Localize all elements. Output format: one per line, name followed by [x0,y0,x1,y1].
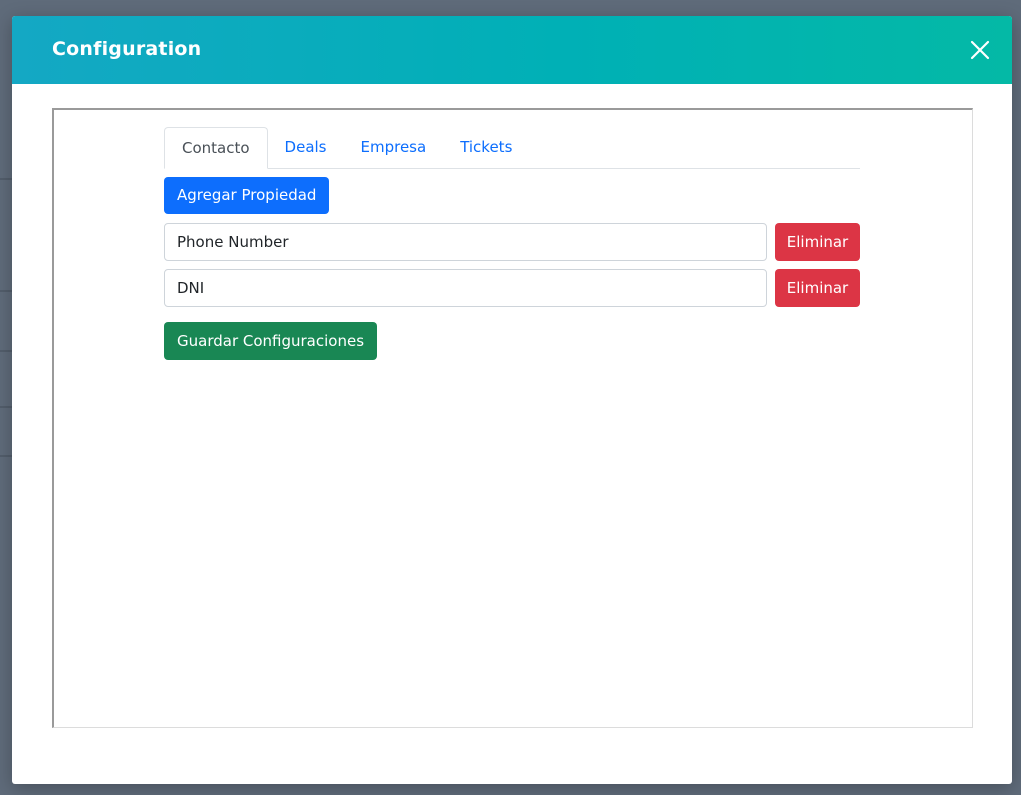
add-property-button[interactable]: Agregar Propiedad [164,177,330,214]
backdrop-line [0,455,12,457]
property-row: Eliminar [164,223,860,261]
tab-contacto[interactable]: Contacto [164,127,268,169]
delete-property-button[interactable]: Eliminar [775,269,860,307]
property-input[interactable] [164,269,767,307]
tab-deals[interactable]: Deals [268,127,344,168]
tab-empresa[interactable]: Empresa [344,127,444,168]
property-row: Eliminar [164,269,860,307]
backdrop-line [0,178,12,180]
backdrop-line [0,350,12,352]
tab-tickets[interactable]: Tickets [443,127,529,168]
configuration-modal: Configuration Contacto Deals Empresa Tic… [12,16,1012,784]
close-icon [970,40,990,60]
tab-bar: Contacto Deals Empresa Tickets [164,126,860,169]
modal-title: Configuration [52,38,202,60]
properties-panel: Contacto Deals Empresa Tickets Agregar P… [164,126,860,360]
backdrop-line [0,290,12,292]
close-button[interactable] [968,38,992,62]
modal-header: Configuration [12,16,1012,84]
save-configuration-button[interactable]: Guardar Configuraciones [164,322,378,360]
modal-body: Contacto Deals Empresa Tickets Agregar P… [52,108,973,728]
backdrop-line [0,406,12,408]
delete-property-button[interactable]: Eliminar [775,223,860,261]
property-input[interactable] [164,223,767,261]
